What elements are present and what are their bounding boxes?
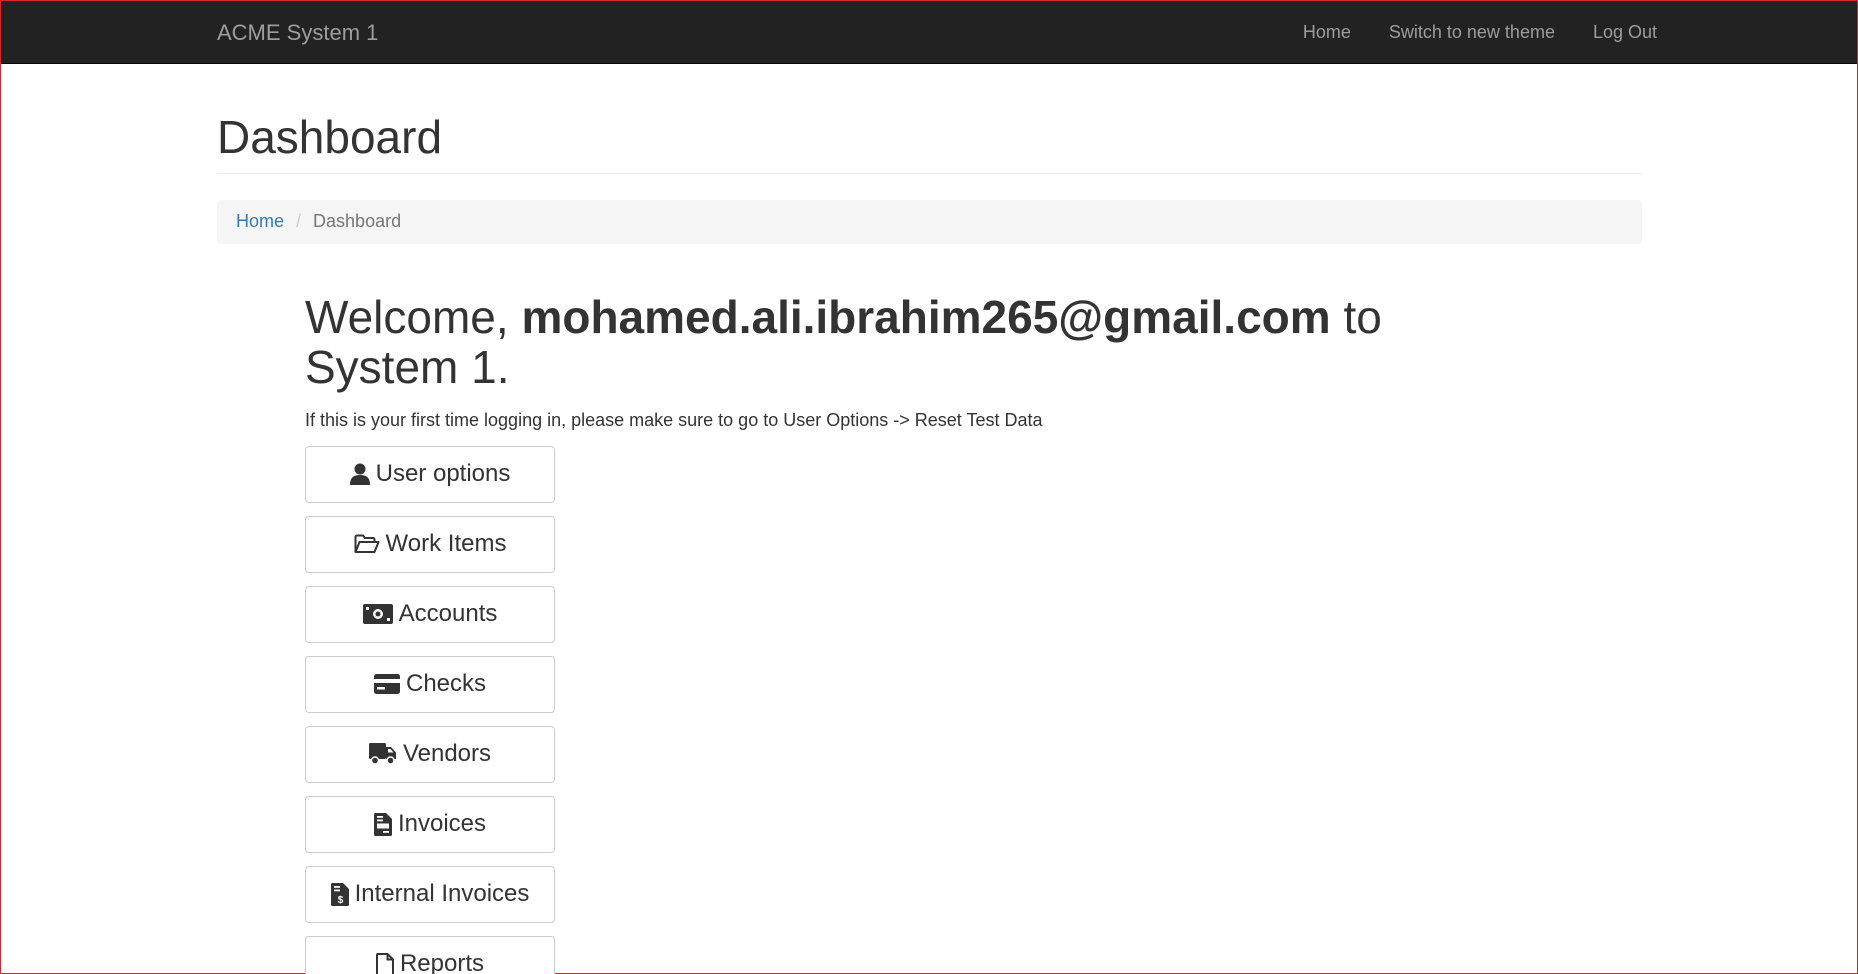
- page-title: Dashboard: [217, 111, 443, 163]
- file-invoice-icon: [373, 812, 392, 836]
- invoices-label: Invoices: [397, 810, 487, 838]
- work-items-button[interactable]: Work Items: [305, 515, 555, 573]
- svg-text:$: $: [337, 895, 343, 906]
- user-icon: [349, 463, 370, 486]
- breadcrumb-separator: /: [296, 211, 302, 232]
- internal-invoices-button[interactable]: $ Internal Invoices: [305, 865, 555, 923]
- breadcrumb-current: Dashboard: [313, 211, 402, 232]
- nav-home-link[interactable]: Home: [1303, 22, 1351, 43]
- credit-card-icon: [373, 674, 400, 695]
- welcome-prefix: Welcome,: [305, 290, 522, 343]
- vendors-label: Vendors: [402, 740, 492, 768]
- vendors-button[interactable]: Vendors: [305, 725, 555, 783]
- nav-logout-link[interactable]: Log Out: [1593, 22, 1657, 43]
- welcome-heading: Welcome, mohamed.ali.ibrahim265@gmail.co…: [305, 290, 1545, 393]
- brand-link[interactable]: ACME System 1: [217, 20, 378, 46]
- money-bill-icon: [362, 604, 393, 625]
- file-icon: [375, 952, 394, 974]
- work-items-label: Work Items: [385, 530, 507, 558]
- internal-invoices-label: Internal Invoices: [354, 880, 530, 908]
- dashboard-content: Welcome, mohamed.ali.ibrahim265@gmail.co…: [305, 290, 1545, 974]
- reports-button[interactable]: Reports: [305, 935, 555, 974]
- file-invoice-dollar-icon: $: [330, 882, 349, 906]
- accounts-label: Accounts: [398, 600, 498, 628]
- checks-label: Checks: [405, 670, 487, 698]
- welcome-user: mohamed.ali.ibrahim265@gmail.com: [521, 290, 1331, 343]
- nav-switch-theme-link[interactable]: Switch to new theme: [1389, 22, 1555, 43]
- first-login-notice: If this is your first time logging in, p…: [305, 409, 1043, 430]
- top-navbar: ACME System 1 Home Switch to new theme L…: [1, 1, 1857, 64]
- checks-button[interactable]: Checks: [305, 655, 555, 713]
- user-options-button[interactable]: User options: [305, 445, 555, 503]
- breadcrumb: Home / Dashboard: [217, 199, 1642, 244]
- user-options-label: User options: [375, 460, 511, 488]
- page-header: Dashboard: [217, 112, 1642, 174]
- dashboard-button-list: User options Work Items Accounts Checks: [305, 445, 1545, 974]
- truck-icon: [368, 743, 397, 766]
- reports-label: Reports: [399, 950, 485, 974]
- folder-open-icon: [354, 534, 380, 554]
- invoices-button[interactable]: Invoices: [305, 795, 555, 853]
- breadcrumb-home-link[interactable]: Home: [236, 211, 284, 232]
- accounts-button[interactable]: Accounts: [305, 585, 555, 643]
- navbar-links: Home Switch to new theme Log Out: [1303, 22, 1657, 43]
- main-container: Dashboard Home / Dashboard Welcome, moha…: [217, 64, 1642, 974]
